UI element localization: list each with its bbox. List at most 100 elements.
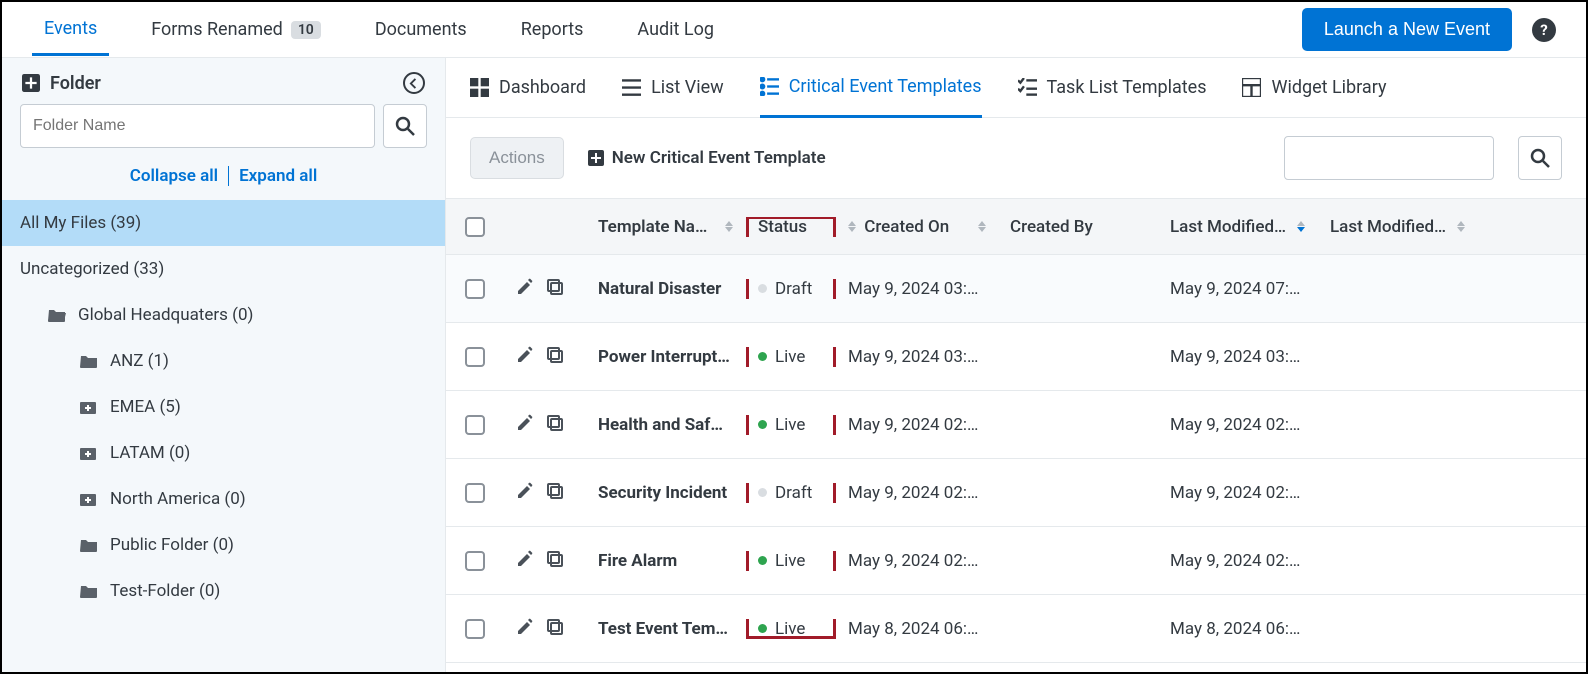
- row-checkbox[interactable]: [465, 347, 485, 367]
- modified-on: May 9, 2024 02:…: [1170, 551, 1306, 571]
- copy-icon[interactable]: [546, 618, 564, 640]
- modified-on: May 9, 2024 02:…: [1170, 483, 1306, 503]
- folder-open-icon: [48, 308, 68, 322]
- header-last-modified-on[interactable]: Last Modified…: [1158, 217, 1318, 237]
- sidebar-item[interactable]: LATAM (0): [2, 430, 445, 476]
- tab-events[interactable]: Events: [32, 4, 109, 56]
- list-check-icon: [760, 77, 779, 96]
- folder-list: All My Files (39) Uncategorized (33) Globa…: [2, 200, 445, 614]
- header-status[interactable]: Status: [746, 217, 836, 237]
- actions-button[interactable]: Actions: [470, 137, 564, 179]
- sidebar-item-label: Test-Folder (0): [110, 581, 220, 601]
- table-row: Fire Alarm Live May 9, 2024 02:… May 9, 202…: [446, 527, 1586, 595]
- subtab-critical-event-templates[interactable]: Critical Event Templates: [760, 76, 982, 118]
- subtab-label: Widget Library: [1271, 77, 1386, 98]
- created-on: May 9, 2024 02:…: [848, 551, 986, 571]
- sidebar-item-label: Uncategorized (33): [20, 259, 164, 279]
- collapse-all-link[interactable]: Collapse all: [130, 166, 218, 186]
- status-dot-icon: [758, 624, 767, 633]
- row-checkbox[interactable]: [465, 415, 485, 435]
- created-on: May 8, 2024 06:…: [848, 619, 986, 639]
- template-search-button[interactable]: [1518, 136, 1562, 180]
- template-name[interactable]: Test Event Tem…: [598, 619, 734, 639]
- template-name[interactable]: Power Interrupt…: [598, 347, 734, 367]
- template-name[interactable]: Natural Disaster: [598, 279, 734, 299]
- status-text: Live: [775, 551, 805, 571]
- help-icon[interactable]: ?: [1532, 18, 1556, 42]
- collapse-sidebar-icon[interactable]: [403, 72, 425, 94]
- folder-name-input[interactable]: [20, 104, 375, 148]
- row-checkbox[interactable]: [465, 483, 485, 503]
- modified-on: May 9, 2024 02:…: [1170, 415, 1306, 435]
- edit-icon[interactable]: [516, 278, 534, 300]
- sidebar-item[interactable]: ANZ (1): [2, 338, 445, 384]
- tab-label: Events: [44, 18, 97, 39]
- row-checkbox[interactable]: [465, 619, 485, 639]
- tab-reports[interactable]: Reports: [509, 5, 596, 54]
- sidebar-item-label: All My Files (39): [20, 213, 141, 233]
- copy-icon[interactable]: [546, 278, 564, 300]
- edit-icon[interactable]: [516, 346, 534, 368]
- plus-square-icon: [588, 150, 604, 166]
- created-on: May 9, 2024 03:…: [848, 279, 986, 299]
- sidebar-item-label: ANZ (1): [110, 351, 169, 371]
- add-folder-icon[interactable]: [22, 74, 40, 92]
- subtab-label: Dashboard: [499, 77, 586, 98]
- copy-icon[interactable]: [546, 346, 564, 368]
- folder-search-button[interactable]: [383, 104, 427, 148]
- edit-icon[interactable]: [516, 550, 534, 572]
- edit-icon[interactable]: [516, 482, 534, 504]
- template-name[interactable]: Health and Saf…: [598, 415, 734, 435]
- status-dot-icon: [758, 556, 767, 565]
- template-search-input[interactable]: [1284, 136, 1494, 180]
- header-template-name[interactable]: Template Na…: [586, 217, 746, 237]
- created-on: May 9, 2024 03:…: [848, 347, 986, 367]
- created-on: May 9, 2024 02:…: [848, 415, 986, 435]
- sidebar-item[interactable]: Public Folder (0): [2, 522, 445, 568]
- template-name[interactable]: Security Incident: [598, 483, 734, 503]
- sidebar-item-label: LATAM (0): [110, 443, 190, 463]
- tab-documents[interactable]: Documents: [363, 5, 479, 54]
- status-dot-icon: [758, 352, 767, 361]
- tab-audit-log[interactable]: Audit Log: [625, 5, 726, 54]
- modified-on: May 8, 2024 06:…: [1170, 619, 1306, 639]
- table-row: Security IncidentDraftMay 9, 2024 02:…Ma…: [446, 459, 1586, 527]
- select-all-checkbox[interactable]: [465, 217, 485, 237]
- row-checkbox[interactable]: [465, 551, 485, 571]
- sidebar-item[interactable]: North America (0): [2, 476, 445, 522]
- edit-icon[interactable]: [516, 414, 534, 436]
- expand-all-link[interactable]: Expand all: [239, 166, 317, 186]
- subtab-task-list-templates[interactable]: Task List Templates: [1018, 77, 1207, 116]
- copy-icon[interactable]: [546, 482, 564, 504]
- table-row: Health and Saf…LiveMay 9, 2024 02:…May 9…: [446, 391, 1586, 459]
- modified-on: May 9, 2024 07:…: [1170, 279, 1306, 299]
- subtab-list-view[interactable]: List View: [622, 77, 724, 116]
- status-text: Live: [775, 347, 805, 367]
- launch-new-event-button[interactable]: Launch a New Event: [1302, 8, 1512, 51]
- edit-icon[interactable]: [516, 618, 534, 640]
- sidebar-item[interactable]: Global Headquaters (0): [2, 292, 445, 338]
- grid-icon: [470, 78, 489, 97]
- sidebar-item[interactable]: Test-Folder (0): [2, 568, 445, 614]
- copy-icon[interactable]: [546, 550, 564, 572]
- row-checkbox[interactable]: [465, 279, 485, 299]
- tab-forms-renamed[interactable]: Forms Renamed 10: [139, 5, 333, 54]
- sidebar-item[interactable]: All My Files (39): [2, 200, 445, 246]
- top-nav: Events Forms Renamed 10 Documents Report…: [2, 2, 1586, 58]
- new-critical-event-template-button[interactable]: New Critical Event Template: [588, 148, 826, 168]
- status-dot-icon: [758, 284, 767, 293]
- sidebar-item[interactable]: Uncategorized (33): [2, 246, 445, 292]
- subtab-widget-library[interactable]: Widget Library: [1242, 77, 1386, 116]
- header-created-on[interactable]: Created On: [836, 217, 998, 237]
- folder-header-title: Folder: [50, 73, 403, 94]
- header-last-modified-by[interactable]: Last Modified…: [1318, 217, 1478, 237]
- sidebar-item[interactable]: EMEA (5): [2, 384, 445, 430]
- sub-nav: Dashboard List View Critical Event Templ…: [446, 58, 1586, 118]
- tab-label: Documents: [375, 19, 467, 40]
- template-name[interactable]: Fire Alarm: [598, 551, 734, 571]
- table-header-row: Template Na… Status Created On Created B…: [446, 199, 1586, 255]
- copy-icon[interactable]: [546, 414, 564, 436]
- subtab-dashboard[interactable]: Dashboard: [470, 77, 586, 116]
- header-created-by[interactable]: Created By: [998, 217, 1158, 237]
- forms-count-badge: 10: [291, 21, 321, 39]
